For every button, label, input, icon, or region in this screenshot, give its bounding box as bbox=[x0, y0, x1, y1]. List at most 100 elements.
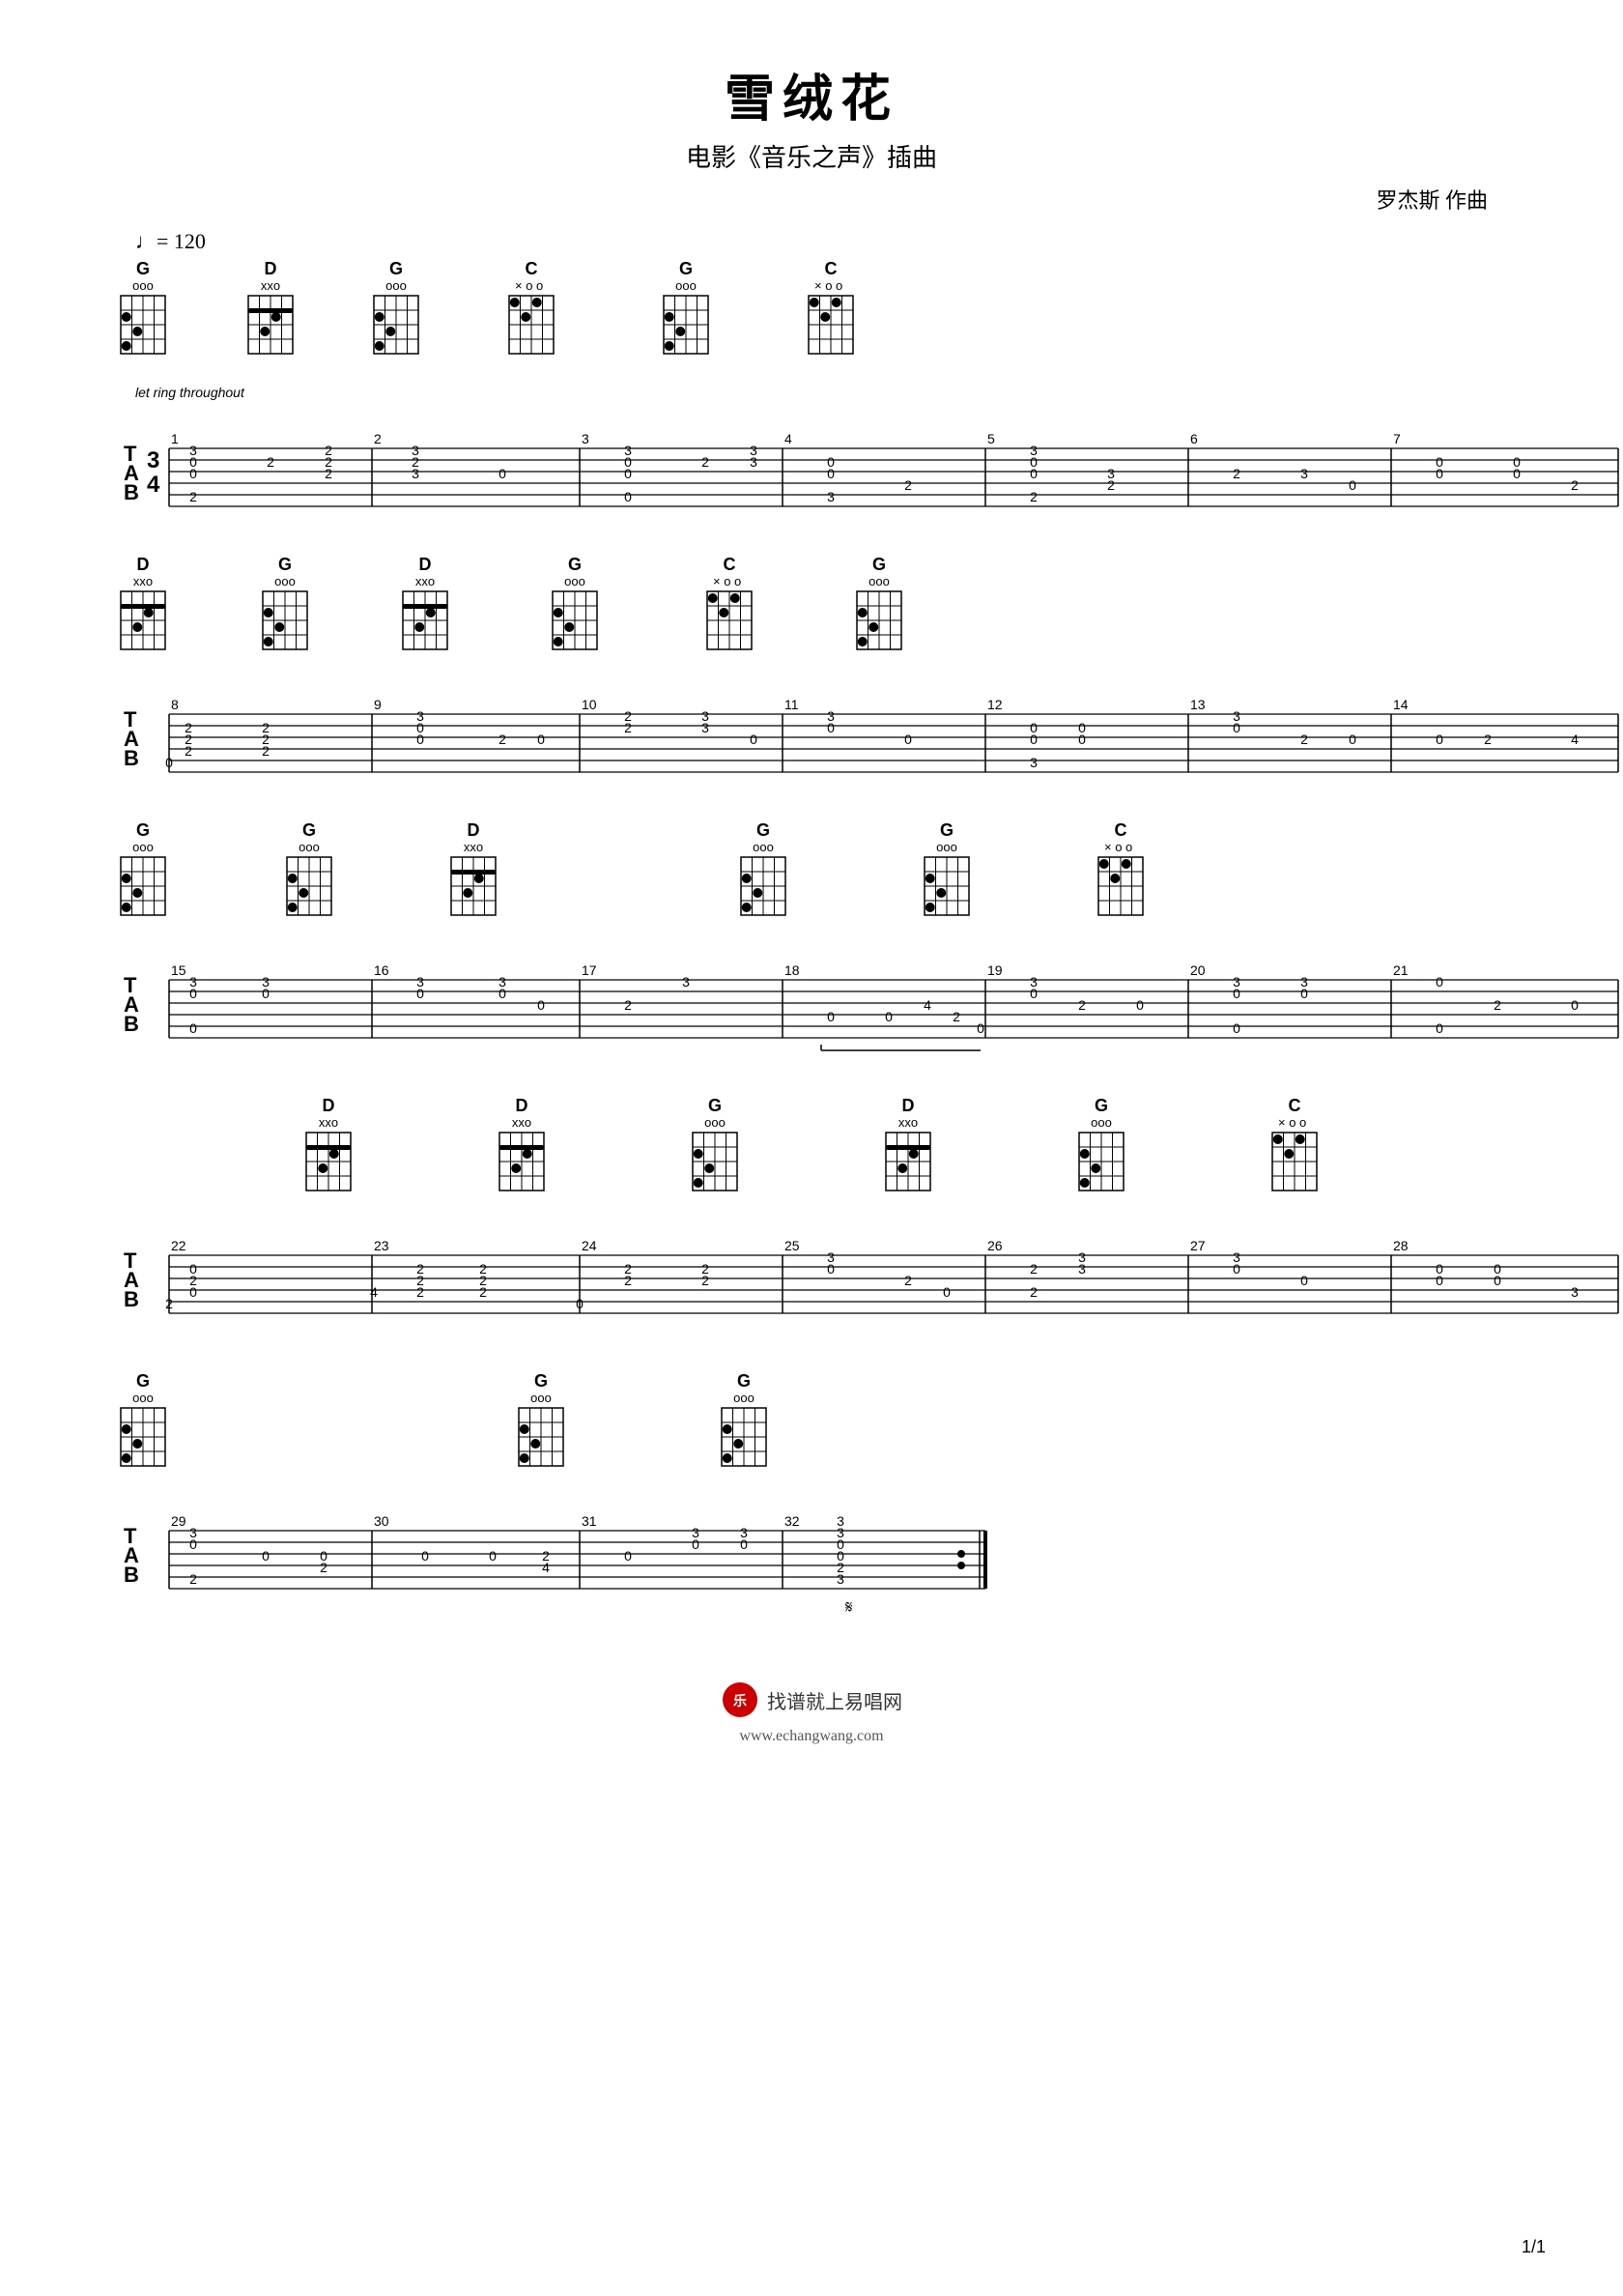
chord-diagrams-row3: G ooo G ooo bbox=[116, 820, 1623, 936]
svg-text:ooo: ooo bbox=[132, 1391, 154, 1405]
svg-text:22: 22 bbox=[171, 1238, 186, 1253]
svg-text:3: 3 bbox=[750, 454, 757, 470]
svg-text:17: 17 bbox=[582, 962, 597, 978]
svg-text:𝄋: 𝄋 bbox=[845, 1597, 853, 1617]
svg-text:0: 0 bbox=[537, 997, 545, 1013]
svg-text:0: 0 bbox=[624, 466, 632, 481]
tab-staff-3: T A B 15 16 17 18 19 20 21 3 bbox=[116, 936, 1623, 1072]
svg-text:G: G bbox=[872, 555, 886, 574]
svg-text:0: 0 bbox=[262, 986, 270, 1001]
svg-text:D: D bbox=[516, 1096, 528, 1115]
watermark: 乐 找谱就上易唱网 www.echangwang.com bbox=[77, 1680, 1546, 1745]
svg-text:2: 2 bbox=[262, 743, 270, 759]
svg-text:C: C bbox=[526, 259, 538, 278]
svg-text:2: 2 bbox=[953, 1009, 960, 1024]
section-3: G ooo G ooo bbox=[77, 811, 1546, 1072]
title-section: 雪绒花 电影《音乐之声》插曲 bbox=[77, 39, 1546, 174]
svg-text:0: 0 bbox=[1233, 986, 1240, 1001]
svg-text:0: 0 bbox=[1571, 997, 1579, 1013]
tab-staff-2: T A B 8 9 10 11 12 13 14 2 bbox=[116, 671, 1623, 796]
svg-text:25: 25 bbox=[784, 1238, 800, 1253]
svg-text:4: 4 bbox=[147, 472, 160, 498]
svg-text:C: C bbox=[724, 555, 736, 574]
svg-text:0: 0 bbox=[498, 986, 506, 1001]
svg-text:0: 0 bbox=[1233, 1020, 1240, 1036]
svg-text:× o o: × o o bbox=[1278, 1115, 1306, 1130]
svg-text:× o o: × o o bbox=[515, 278, 543, 293]
svg-text:ooo: ooo bbox=[675, 278, 697, 293]
section-1: G ooo D xxo bbox=[77, 254, 1546, 531]
svg-text:0: 0 bbox=[624, 1548, 632, 1564]
svg-text:× o o: × o o bbox=[713, 574, 741, 588]
composer: 罗杰斯 作曲 bbox=[77, 184, 1546, 215]
section-2: D xxo G ooo bbox=[77, 545, 1546, 796]
svg-text:× o o: × o o bbox=[1104, 840, 1132, 854]
svg-text:B: B bbox=[124, 1012, 139, 1036]
svg-text:B: B bbox=[124, 1563, 139, 1587]
svg-text:4: 4 bbox=[924, 997, 931, 1013]
svg-text:26: 26 bbox=[987, 1238, 1003, 1253]
svg-text:0: 0 bbox=[1436, 1273, 1443, 1288]
svg-text:0: 0 bbox=[1349, 732, 1356, 747]
page-number: 1/1 bbox=[1522, 2237, 1546, 2257]
svg-text:3: 3 bbox=[682, 974, 690, 990]
svg-text:0: 0 bbox=[1436, 1020, 1443, 1036]
svg-text:乐: 乐 bbox=[733, 1693, 747, 1708]
svg-text:G: G bbox=[940, 820, 954, 840]
svg-text:0: 0 bbox=[537, 732, 545, 747]
svg-text:ooo: ooo bbox=[564, 574, 585, 588]
svg-text:0: 0 bbox=[827, 1009, 835, 1024]
svg-text:3: 3 bbox=[701, 720, 709, 735]
svg-text:0: 0 bbox=[489, 1548, 497, 1564]
svg-text:0: 0 bbox=[498, 466, 506, 481]
svg-text:G: G bbox=[389, 259, 403, 278]
svg-text:D: D bbox=[468, 820, 480, 840]
svg-text:0: 0 bbox=[740, 1536, 748, 1552]
svg-text:xxo: xxo bbox=[898, 1115, 918, 1130]
svg-text:G: G bbox=[737, 1371, 751, 1391]
svg-text:3: 3 bbox=[582, 431, 589, 446]
svg-text:15: 15 bbox=[171, 962, 186, 978]
svg-text:0: 0 bbox=[943, 1284, 951, 1300]
let-ring-text: let ring throughout bbox=[135, 385, 1546, 400]
svg-text:0: 0 bbox=[692, 1536, 699, 1552]
svg-text:2: 2 bbox=[1030, 489, 1038, 504]
svg-text:5: 5 bbox=[987, 431, 995, 446]
svg-text:2: 2 bbox=[479, 1284, 487, 1300]
svg-text:0: 0 bbox=[1436, 466, 1443, 481]
svg-text:1: 1 bbox=[171, 431, 179, 446]
svg-text:G: G bbox=[708, 1096, 722, 1115]
svg-text:ooo: ooo bbox=[132, 840, 154, 854]
svg-text:ooo: ooo bbox=[1091, 1115, 1112, 1130]
svg-text:B: B bbox=[124, 480, 139, 504]
svg-text:12: 12 bbox=[987, 697, 1003, 712]
svg-text:2: 2 bbox=[624, 1273, 632, 1288]
svg-text:2: 2 bbox=[416, 1284, 424, 1300]
tempo-value: ♩= 120 bbox=[135, 229, 206, 254]
svg-text:2: 2 bbox=[267, 454, 274, 470]
svg-text:G: G bbox=[302, 820, 316, 840]
svg-text:14: 14 bbox=[1393, 697, 1409, 712]
svg-text:× o o: × o o bbox=[814, 278, 842, 293]
svg-text:2: 2 bbox=[498, 732, 506, 747]
svg-text:0: 0 bbox=[1136, 997, 1144, 1013]
svg-text:D: D bbox=[137, 555, 150, 574]
subtitle: 电影《音乐之声》插曲 bbox=[77, 138, 1546, 174]
svg-text:0: 0 bbox=[576, 1296, 584, 1311]
svg-text:4: 4 bbox=[1571, 732, 1579, 747]
svg-text:2: 2 bbox=[1300, 732, 1308, 747]
svg-text:ooo: ooo bbox=[530, 1391, 552, 1405]
svg-text:2: 2 bbox=[701, 1273, 709, 1288]
svg-text:ooo: ooo bbox=[704, 1115, 726, 1130]
svg-text:0: 0 bbox=[1300, 986, 1308, 1001]
tab-staff-1: T A B 3 4 1 2 3 4 bbox=[116, 405, 1623, 531]
svg-text:0: 0 bbox=[189, 466, 197, 481]
svg-text:3: 3 bbox=[1078, 1261, 1086, 1277]
svg-text:0: 0 bbox=[827, 720, 835, 735]
svg-text:2: 2 bbox=[1494, 997, 1501, 1013]
svg-text:G: G bbox=[136, 820, 150, 840]
svg-text:G: G bbox=[1095, 1096, 1108, 1115]
svg-text:10: 10 bbox=[582, 697, 597, 712]
tab-staff-4: T A B 22 23 24 25 26 27 28 0 bbox=[116, 1212, 1623, 1347]
svg-text:2: 2 bbox=[189, 489, 197, 504]
